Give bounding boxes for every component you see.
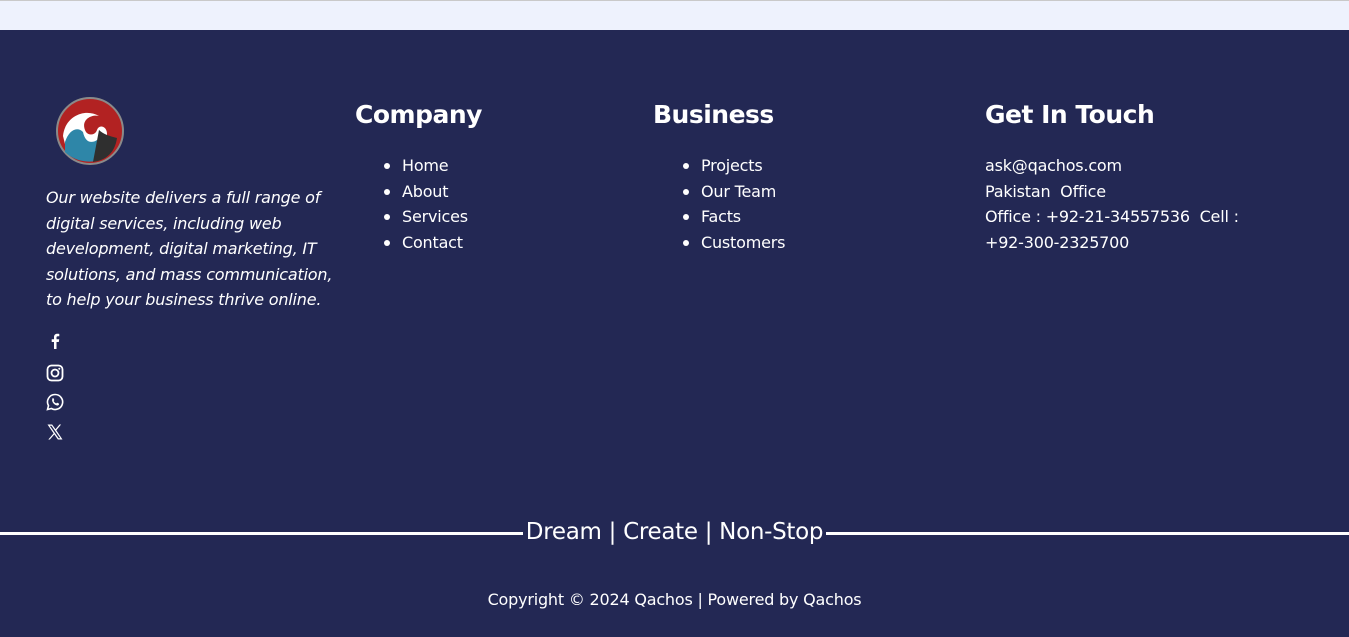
footer-link-projects[interactable]: Projects [653,153,785,179]
footer-link-home[interactable]: Home [354,153,468,179]
office-phone-line: Office : +92-21-34557536 Cell : [985,207,1239,226]
footer-tagline: Dream | Create | Non-Stop [525,519,824,545]
footer-description: Our website delivers a full range of dig… [46,188,333,310]
footer-link-contact[interactable]: Contact [354,230,468,256]
instagram-icon[interactable] [46,364,64,382]
company-heading: Company [355,100,482,129]
copyright-text: Copyright © 2024 Qachos | Powered by Qac… [487,590,862,609]
x-twitter-icon[interactable] [46,423,64,441]
whatsapp-icon[interactable] [46,393,64,411]
footer-link-about[interactable]: About [354,179,468,205]
qachos-logo[interactable] [55,96,125,166]
top-bar [0,0,1349,30]
facebook-icon[interactable] [46,332,64,350]
footer-link-our-team[interactable]: Our Team [653,179,785,205]
footer-link-services[interactable]: Services [354,204,468,230]
contact-heading: Get In Touch [985,100,1155,129]
business-heading: Business [653,100,774,129]
cell-phone-line: +92-300-2325700 [985,233,1130,252]
footer-link-facts[interactable]: Facts [653,204,785,230]
business-links: Projects Our Team Facts Customers [653,153,785,255]
footer-link-customers[interactable]: Customers [653,230,785,256]
site-footer: Our website delivers a full range of dig… [0,30,1349,637]
office-label: Pakistan Office [985,182,1106,201]
divider-right [826,532,1349,535]
divider-left [0,532,523,535]
company-links: Home About Services Contact [354,153,468,255]
contact-email-link[interactable]: ask@qachos.com [985,153,1122,179]
